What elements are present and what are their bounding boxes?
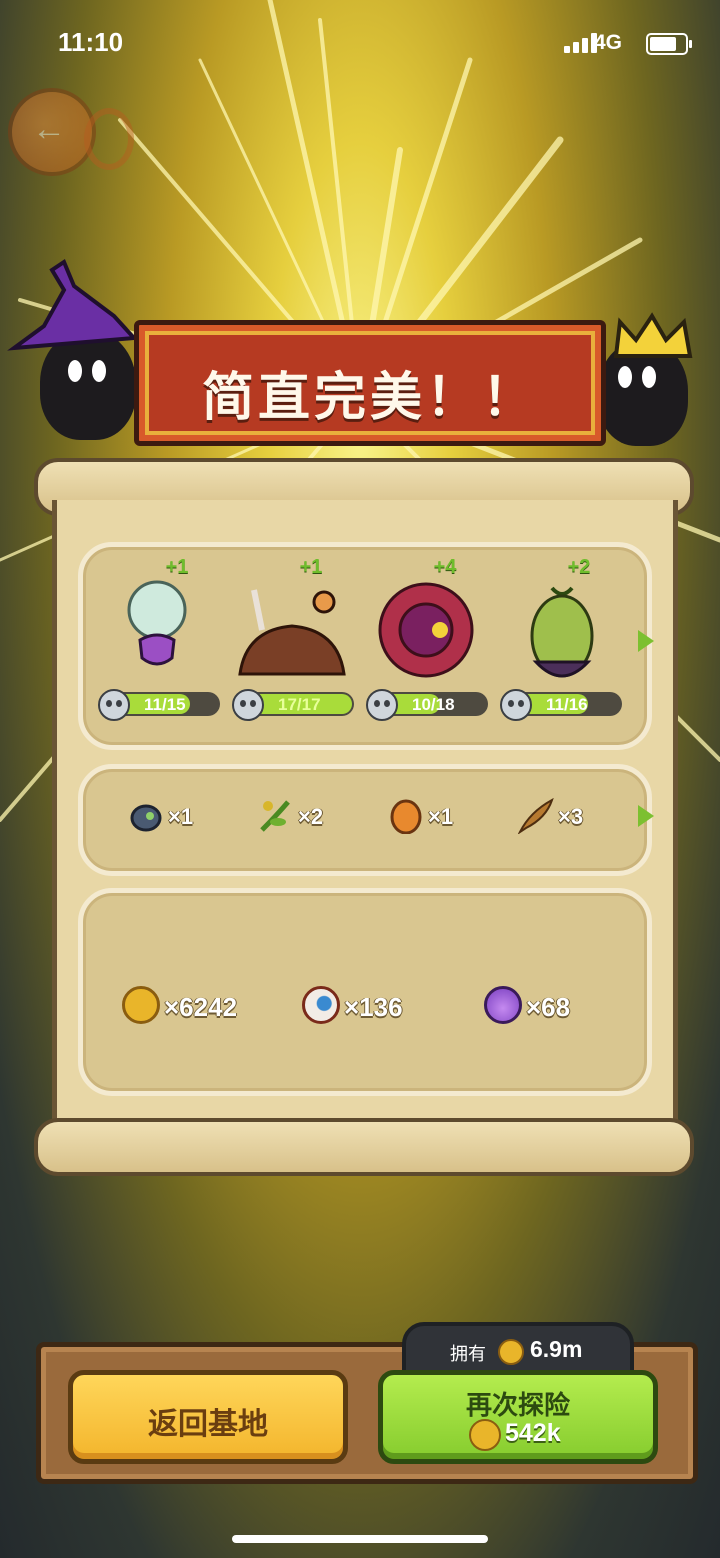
skull-icon	[500, 689, 532, 721]
potion-icon	[484, 986, 522, 1024]
egg-icon	[390, 799, 422, 834]
return-base-button[interactable]: 返回基地	[68, 1370, 348, 1464]
glass-dome-octopus-icon	[127, 580, 187, 666]
feather-icon	[518, 798, 554, 834]
skull-icon	[98, 689, 130, 721]
witch-hat-icon	[7, 258, 139, 351]
candy-blob-icon	[238, 589, 346, 676]
monster-level-bar: 11/15	[98, 689, 220, 721]
monster-plus: +2	[567, 556, 591, 578]
status-bar: 11:10 4G	[0, 0, 720, 88]
monster-level-text: 17/17	[278, 695, 321, 714]
herb-icon	[260, 800, 290, 832]
item-qty: ×1	[168, 804, 194, 829]
monster-level-text: 11/15	[144, 695, 186, 714]
resource-qty: ×68	[526, 992, 571, 1022]
gold-coin-icon	[498, 1339, 524, 1365]
monster-plus: +4	[433, 556, 457, 578]
monster-reward-3[interactable]: +4 10/18	[366, 556, 510, 736]
monster-plus: +1	[299, 556, 323, 578]
monster-level-text: 10/18	[412, 695, 455, 714]
gold-coin-icon	[469, 1419, 501, 1451]
item-qty: ×2	[298, 804, 324, 829]
item-qty: ×3	[558, 804, 584, 829]
monster-plus: +1	[165, 556, 189, 578]
scroll-bottom-roll	[34, 1118, 694, 1176]
green-egg-creature-icon	[530, 586, 594, 678]
gold-coin-icon	[122, 986, 160, 1024]
back-button[interactable]: ←	[8, 88, 96, 176]
explore-again-button[interactable]: 再次探险 542k	[378, 1370, 658, 1464]
battery-icon	[646, 33, 692, 55]
monster-reward-4[interactable]: +2 11/16	[500, 556, 644, 736]
monster-level-bar: 10/18	[366, 689, 488, 721]
monster-reward-2[interactable]: +1 17/17	[232, 556, 376, 736]
skull-icon	[232, 689, 264, 721]
monster-level-text: 11/16	[546, 695, 588, 714]
signal-icon	[564, 33, 598, 53]
skull-icon	[366, 689, 398, 721]
resource-qty: ×136	[344, 992, 403, 1022]
owned-label: 拥有	[450, 1344, 486, 1364]
eyeball-icon	[302, 986, 340, 1024]
back-button-decoration	[84, 108, 134, 170]
monster-reward-1[interactable]: +1 11/15	[98, 556, 242, 736]
explore-cost: 542k	[505, 1419, 561, 1447]
resource-qty: ×6242	[164, 992, 238, 1022]
result-banner: 简直完美！！	[134, 320, 606, 446]
item-qty: ×1	[428, 804, 454, 829]
beetle-icon	[130, 804, 162, 832]
banner-title: 简直完美！！	[201, 369, 538, 427]
eyeball-flower-icon	[378, 582, 474, 678]
arrow-left-icon: ←	[32, 110, 66, 148]
monster-level-bar: 17/17	[232, 689, 354, 721]
monster-level-bar: 11/16	[500, 689, 622, 721]
return-base-label: 返回基地	[148, 1408, 268, 1441]
network-type: 4G	[593, 31, 622, 54]
crown-icon	[613, 312, 693, 358]
status-time: 11:10	[58, 27, 124, 57]
home-indicator[interactable]	[232, 1535, 488, 1543]
explore-again-label: 再次探险	[465, 1390, 570, 1420]
owned-value: 6.9m	[530, 1336, 583, 1362]
items-next-arrow-icon[interactable]	[638, 805, 654, 827]
